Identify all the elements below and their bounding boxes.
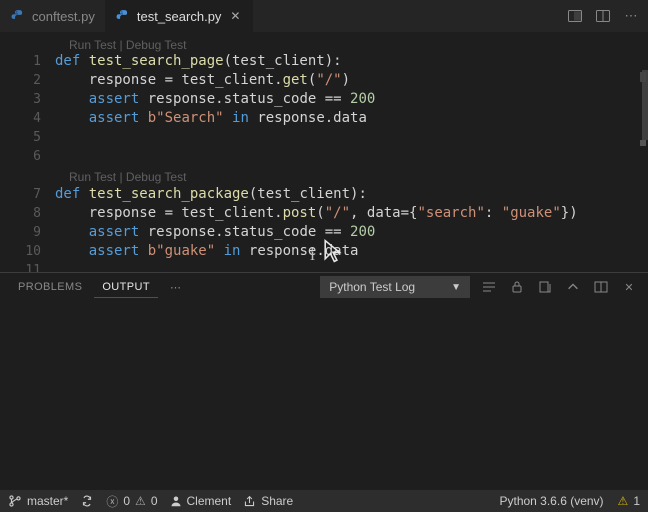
split-editor-icon[interactable]	[566, 7, 584, 25]
status-share[interactable]: Share	[243, 494, 293, 508]
panel-tab-output[interactable]: OUTPUT	[94, 277, 158, 298]
chevron-up-icon[interactable]	[564, 278, 582, 296]
open-file-icon[interactable]	[536, 278, 554, 296]
line-number: 7	[0, 185, 55, 204]
tab-conftest[interactable]: conftest.py	[0, 0, 105, 32]
error-icon: ⓧ	[106, 493, 118, 510]
python-icon	[115, 8, 131, 24]
tab-test-search[interactable]: test_search.py ✕	[105, 0, 254, 32]
status-liveshare-user[interactable]: Clement	[170, 494, 232, 508]
panel-tab-problems[interactable]: PROBLEMS	[10, 277, 90, 297]
overview-marker	[640, 140, 646, 146]
chevron-down-icon: ▼	[451, 282, 461, 293]
line-number: 9	[0, 223, 55, 242]
tab-actions: ⋯	[558, 0, 648, 32]
layout-icon[interactable]	[594, 7, 612, 25]
status-bar: master* ⓧ 0 ⚠ 0 Clement Share Python 3.6…	[0, 490, 648, 512]
line-number: 10	[0, 242, 55, 261]
line-number: 1	[0, 52, 55, 71]
line-number: 4	[0, 109, 55, 128]
tab-label: test_search.py	[137, 9, 222, 24]
warning-icon: ⚠	[135, 494, 146, 508]
warning-icon: ⚠	[618, 494, 629, 508]
close-icon[interactable]: ✕	[227, 8, 243, 24]
python-icon	[10, 8, 26, 24]
status-python[interactable]: Python 3.6.6 (venv)	[499, 494, 603, 508]
close-panel-icon[interactable]: ✕	[620, 278, 638, 296]
line-number: 11	[0, 261, 55, 272]
status-sync[interactable]	[80, 494, 94, 508]
more-icon[interactable]: ⋯	[622, 7, 640, 25]
line-number: 6	[0, 147, 55, 166]
lock-scroll-icon[interactable]	[508, 278, 526, 296]
line-number: 3	[0, 90, 55, 109]
line-number: 2	[0, 71, 55, 90]
branch-name: master*	[27, 494, 68, 508]
codelens-run-debug[interactable]: Run Test | Debug Test	[69, 168, 186, 187]
output-channel-dropdown[interactable]: Python Test Log ▼	[320, 276, 470, 298]
overview-marker	[640, 72, 646, 82]
line-number: 8	[0, 204, 55, 223]
editor[interactable]: Run Test | Debug Test 1 def test_search_…	[0, 32, 648, 272]
status-diagnostics[interactable]: ⚠ 1	[618, 494, 640, 508]
panel-more-icon[interactable]: ⋯	[162, 277, 189, 298]
status-problems[interactable]: ⓧ 0 ⚠ 0	[106, 493, 157, 510]
dropdown-label: Python Test Log	[329, 280, 415, 294]
tab-bar: conftest.py test_search.py ✕ ⋯	[0, 0, 648, 32]
minimap[interactable]	[638, 32, 648, 272]
clear-output-icon[interactable]	[480, 278, 498, 296]
status-git-branch[interactable]: master*	[8, 494, 68, 508]
output-body[interactable]	[0, 301, 648, 490]
tab-label: conftest.py	[32, 9, 95, 24]
panel: PROBLEMS OUTPUT ⋯ Python Test Log ▼	[0, 272, 648, 490]
codelens-run-debug[interactable]: Run Test | Debug Test	[69, 36, 186, 55]
line-number: 5	[0, 128, 55, 147]
maximize-panel-icon[interactable]	[592, 278, 610, 296]
